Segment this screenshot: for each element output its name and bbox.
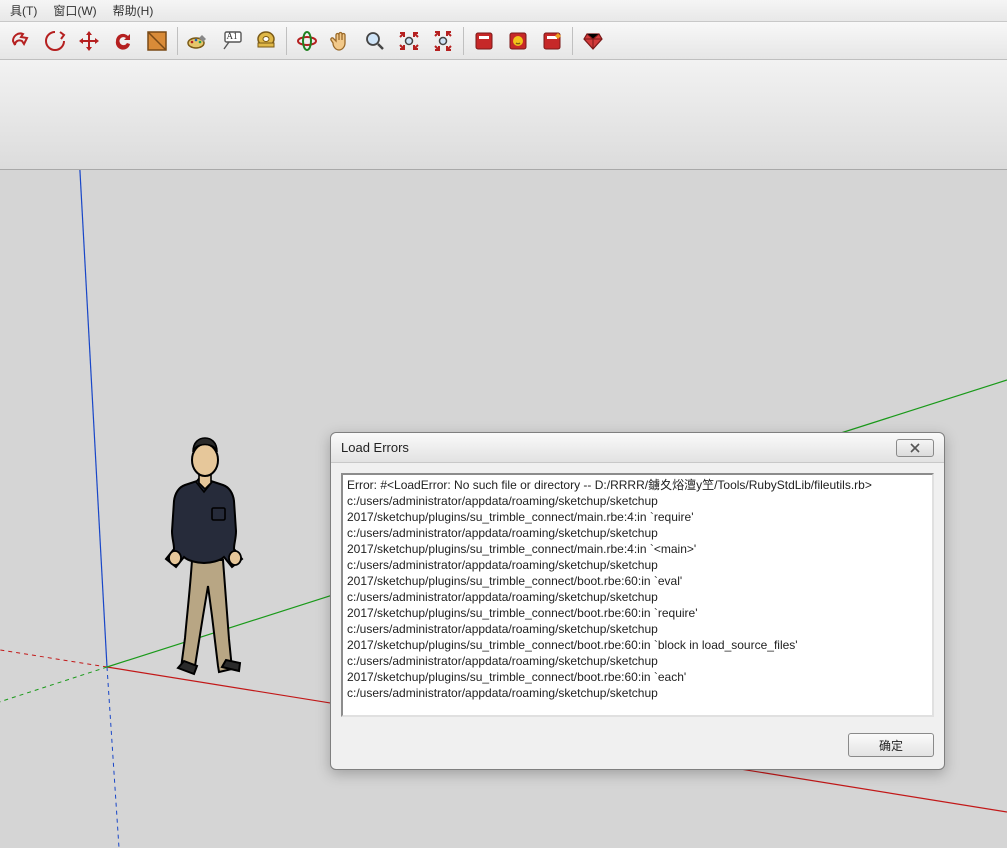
close-icon <box>909 443 921 453</box>
zoom-extents-icon[interactable] <box>393 25 425 57</box>
close-button[interactable] <box>896 439 934 457</box>
toolbar: A1 <box>0 22 1007 60</box>
ruby-icon[interactable] <box>577 25 609 57</box>
menu-help[interactable]: 帮助(H) <box>105 0 162 21</box>
toolbar-separator <box>572 27 573 55</box>
refresh-icon[interactable] <box>107 25 139 57</box>
select-icon[interactable] <box>5 25 37 57</box>
tape-icon[interactable] <box>250 25 282 57</box>
book-new-icon[interactable] <box>536 25 568 57</box>
menubar: 具(T) 窗口(W) 帮助(H) <box>0 0 1007 22</box>
toolbar-separator <box>177 27 178 55</box>
dialog-title-text: Load Errors <box>341 440 409 455</box>
toolbar-separator <box>286 27 287 55</box>
error-text-area[interactable]: Error: #<LoadError: No such file or dire… <box>341 473 934 717</box>
paint-icon[interactable] <box>182 25 214 57</box>
dialog-body: Error: #<LoadError: No such file or dire… <box>331 463 944 727</box>
text-label-icon[interactable]: A1 <box>216 25 248 57</box>
move-icon[interactable] <box>73 25 105 57</box>
zoom-icon[interactable] <box>359 25 391 57</box>
toolbar-separator <box>463 27 464 55</box>
book-red-icon[interactable] <box>468 25 500 57</box>
ribbon-strip <box>0 60 1007 170</box>
book-smile-icon[interactable] <box>502 25 534 57</box>
zoom-window-icon[interactable] <box>427 25 459 57</box>
dialog-footer: 确定 <box>331 727 944 769</box>
hand-icon[interactable] <box>325 25 357 57</box>
scale-figure-person <box>150 430 260 680</box>
orbit-icon[interactable] <box>291 25 323 57</box>
text-label-badge: A1 <box>227 31 238 41</box>
viewport[interactable]: Load Errors Error: #<LoadError: No such … <box>0 170 1007 848</box>
menu-window[interactable]: 窗口(W) <box>45 0 104 21</box>
load-errors-dialog: Load Errors Error: #<LoadError: No such … <box>330 432 945 770</box>
ok-button[interactable]: 确定 <box>848 733 934 757</box>
dialog-titlebar[interactable]: Load Errors <box>331 433 944 463</box>
menu-tools[interactable]: 具(T) <box>2 0 45 21</box>
plane-icon[interactable] <box>141 25 173 57</box>
rotate3d-icon[interactable] <box>39 25 71 57</box>
